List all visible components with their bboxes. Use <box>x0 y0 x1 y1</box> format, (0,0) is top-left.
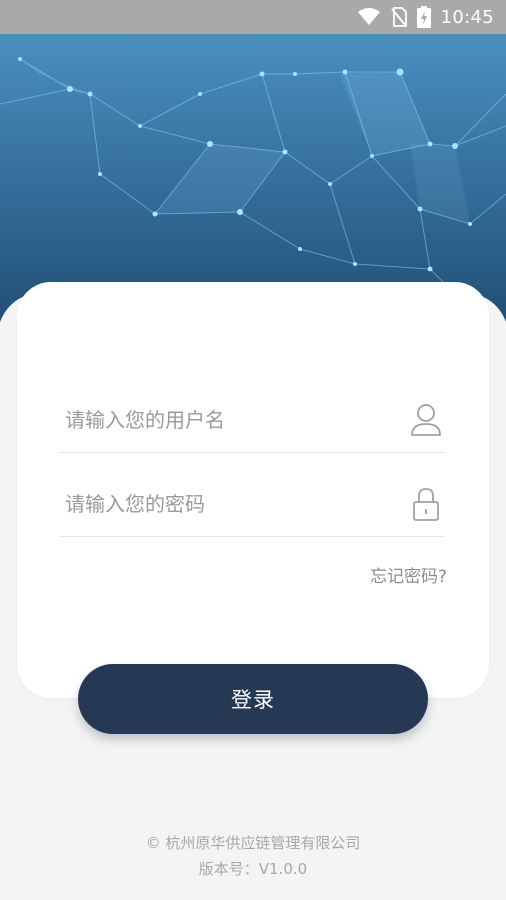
wifi-icon <box>357 8 381 26</box>
forgot-password-link[interactable]: 忘记密码? <box>370 562 447 587</box>
password-input[interactable] <box>65 476 385 532</box>
user-icon <box>409 402 443 438</box>
no-sim-icon <box>390 7 407 27</box>
battery-charging-icon <box>416 6 431 28</box>
copyright-text: © 杭州原华供应链管理有限公司 <box>145 834 361 852</box>
version-text: 版本号：V1.0.0 <box>198 860 308 878</box>
lock-icon <box>409 486 443 522</box>
status-bar: 10:45 <box>0 0 506 34</box>
footer: © 杭州原华供应链管理有限公司 版本号：V1.0.0 <box>0 830 506 882</box>
login-button[interactable]: 登录 <box>78 664 428 734</box>
username-input[interactable] <box>65 392 385 448</box>
password-field <box>59 476 445 537</box>
login-card: 忘记密码? <box>17 282 489 698</box>
status-icons: 10:45 <box>357 0 494 34</box>
status-time: 10:45 <box>440 6 494 28</box>
username-field <box>59 392 445 453</box>
